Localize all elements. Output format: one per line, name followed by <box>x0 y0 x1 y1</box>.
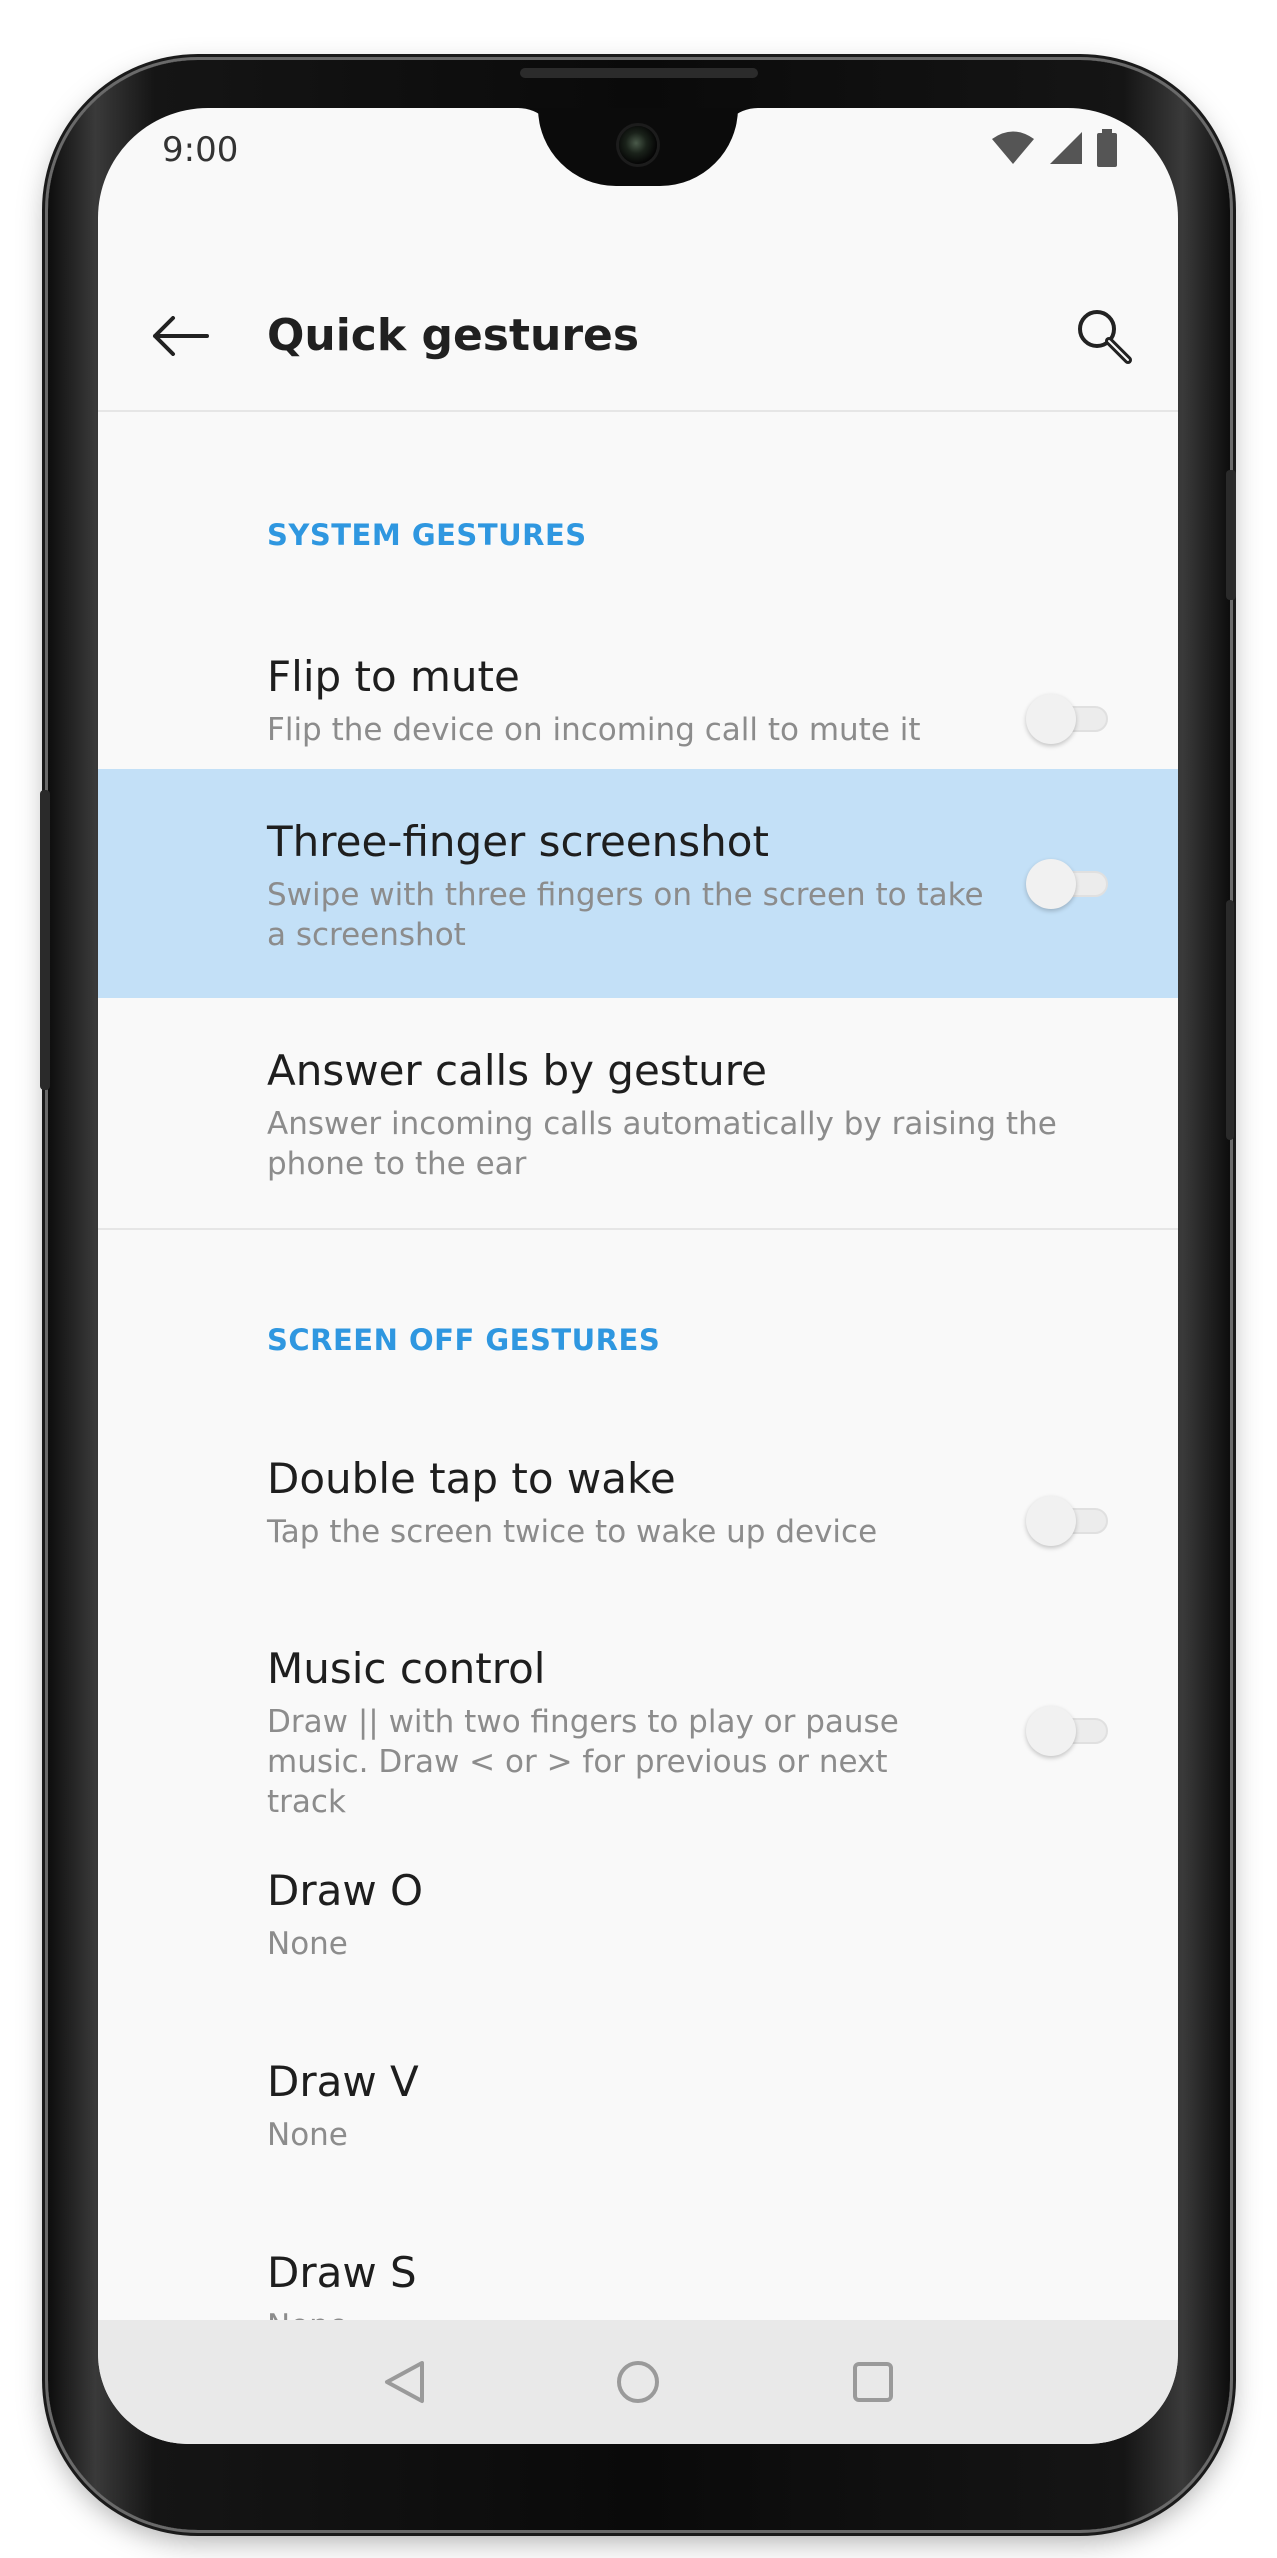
search-button[interactable] <box>1070 304 1138 372</box>
earpiece-speaker <box>520 68 758 78</box>
setting-draw-v[interactable]: Draw V None <box>98 2049 1178 2239</box>
section-header-system-gestures: SYSTEM GESTURES <box>267 518 587 552</box>
setting-title: Answer calls by gesture <box>267 1046 767 1095</box>
search-icon <box>1074 306 1134 370</box>
toggle-thumb <box>1026 694 1076 744</box>
setting-title: Three-finger screenshot <box>267 817 769 866</box>
setting-title: Flip to mute <box>267 652 520 701</box>
setting-title: Draw S <box>267 2248 417 2297</box>
setting-subtitle: None <box>267 1926 348 1962</box>
setting-subtitle: Flip the device on incoming call to mute… <box>267 712 921 748</box>
toolbar: Quick gestures <box>98 268 1178 412</box>
flip-to-mute-toggle[interactable] <box>1026 688 1116 748</box>
setting-title: Draw V <box>267 2057 419 2106</box>
nav-recents-icon <box>851 2360 895 2408</box>
screen: 9:00 Quick gestures SYSTEM GESTURES Flip… <box>98 108 1178 2444</box>
toggle-thumb <box>1026 1706 1076 1756</box>
nav-back-button[interactable] <box>374 2354 434 2414</box>
three-finger-screenshot-toggle[interactable] <box>1026 853 1116 913</box>
setting-subtitle: Draw || with two fingers to play or paus… <box>267 1704 899 1820</box>
arrow-left-icon <box>151 316 209 360</box>
setting-title: Music control <box>267 1644 546 1693</box>
nav-back-icon <box>382 2359 426 2409</box>
double-tap-to-wake-toggle[interactable] <box>1026 1490 1116 1550</box>
section-divider <box>98 1228 1178 1230</box>
music-control-toggle[interactable] <box>1026 1700 1116 1760</box>
page-title: Quick gestures <box>267 310 640 361</box>
setting-subtitle: Tap the screen twice to wake up device <box>267 1514 878 1550</box>
cellular-signal-icon <box>1048 130 1084 170</box>
power-button <box>1226 470 1236 600</box>
setting-answer-calls-by-gesture[interactable]: Answer calls by gesture Answer incoming … <box>98 998 1178 1228</box>
setting-subtitle: Swipe with three fingers on the screen t… <box>267 877 984 953</box>
nav-home-icon <box>615 2359 661 2409</box>
setting-music-control[interactable]: Music control Draw || with two fingers t… <box>98 1636 1178 1862</box>
nav-home-button[interactable] <box>608 2354 668 2414</box>
setting-title: Double tap to wake <box>267 1454 676 1503</box>
battery-icon <box>1096 129 1118 171</box>
toggle-thumb <box>1026 1496 1076 1546</box>
setting-title: Draw O <box>267 1866 424 1915</box>
front-camera <box>619 126 657 164</box>
status-time: 9:00 <box>162 130 239 170</box>
setting-double-tap-to-wake[interactable]: Double tap to wake Tap the screen twice … <box>98 1446 1178 1636</box>
section-header-screen-off-gestures: SCREEN OFF GESTURES <box>267 1323 661 1357</box>
setting-three-finger-screenshot[interactable]: Three-finger screenshot Swipe with three… <box>98 769 1178 998</box>
wifi-icon <box>990 130 1036 170</box>
setting-draw-o[interactable]: Draw O None <box>98 1858 1178 2048</box>
navigation-bar <box>98 2320 1178 2444</box>
toggle-thumb <box>1026 859 1076 909</box>
alert-slider <box>1226 900 1234 1140</box>
nav-recents-button[interactable] <box>843 2354 903 2414</box>
status-icons <box>990 129 1118 171</box>
setting-subtitle: None <box>267 2117 348 2153</box>
back-button[interactable] <box>148 306 212 370</box>
setting-subtitle: Answer incoming calls automatically by r… <box>267 1106 1057 1182</box>
volume-button <box>40 790 50 1090</box>
